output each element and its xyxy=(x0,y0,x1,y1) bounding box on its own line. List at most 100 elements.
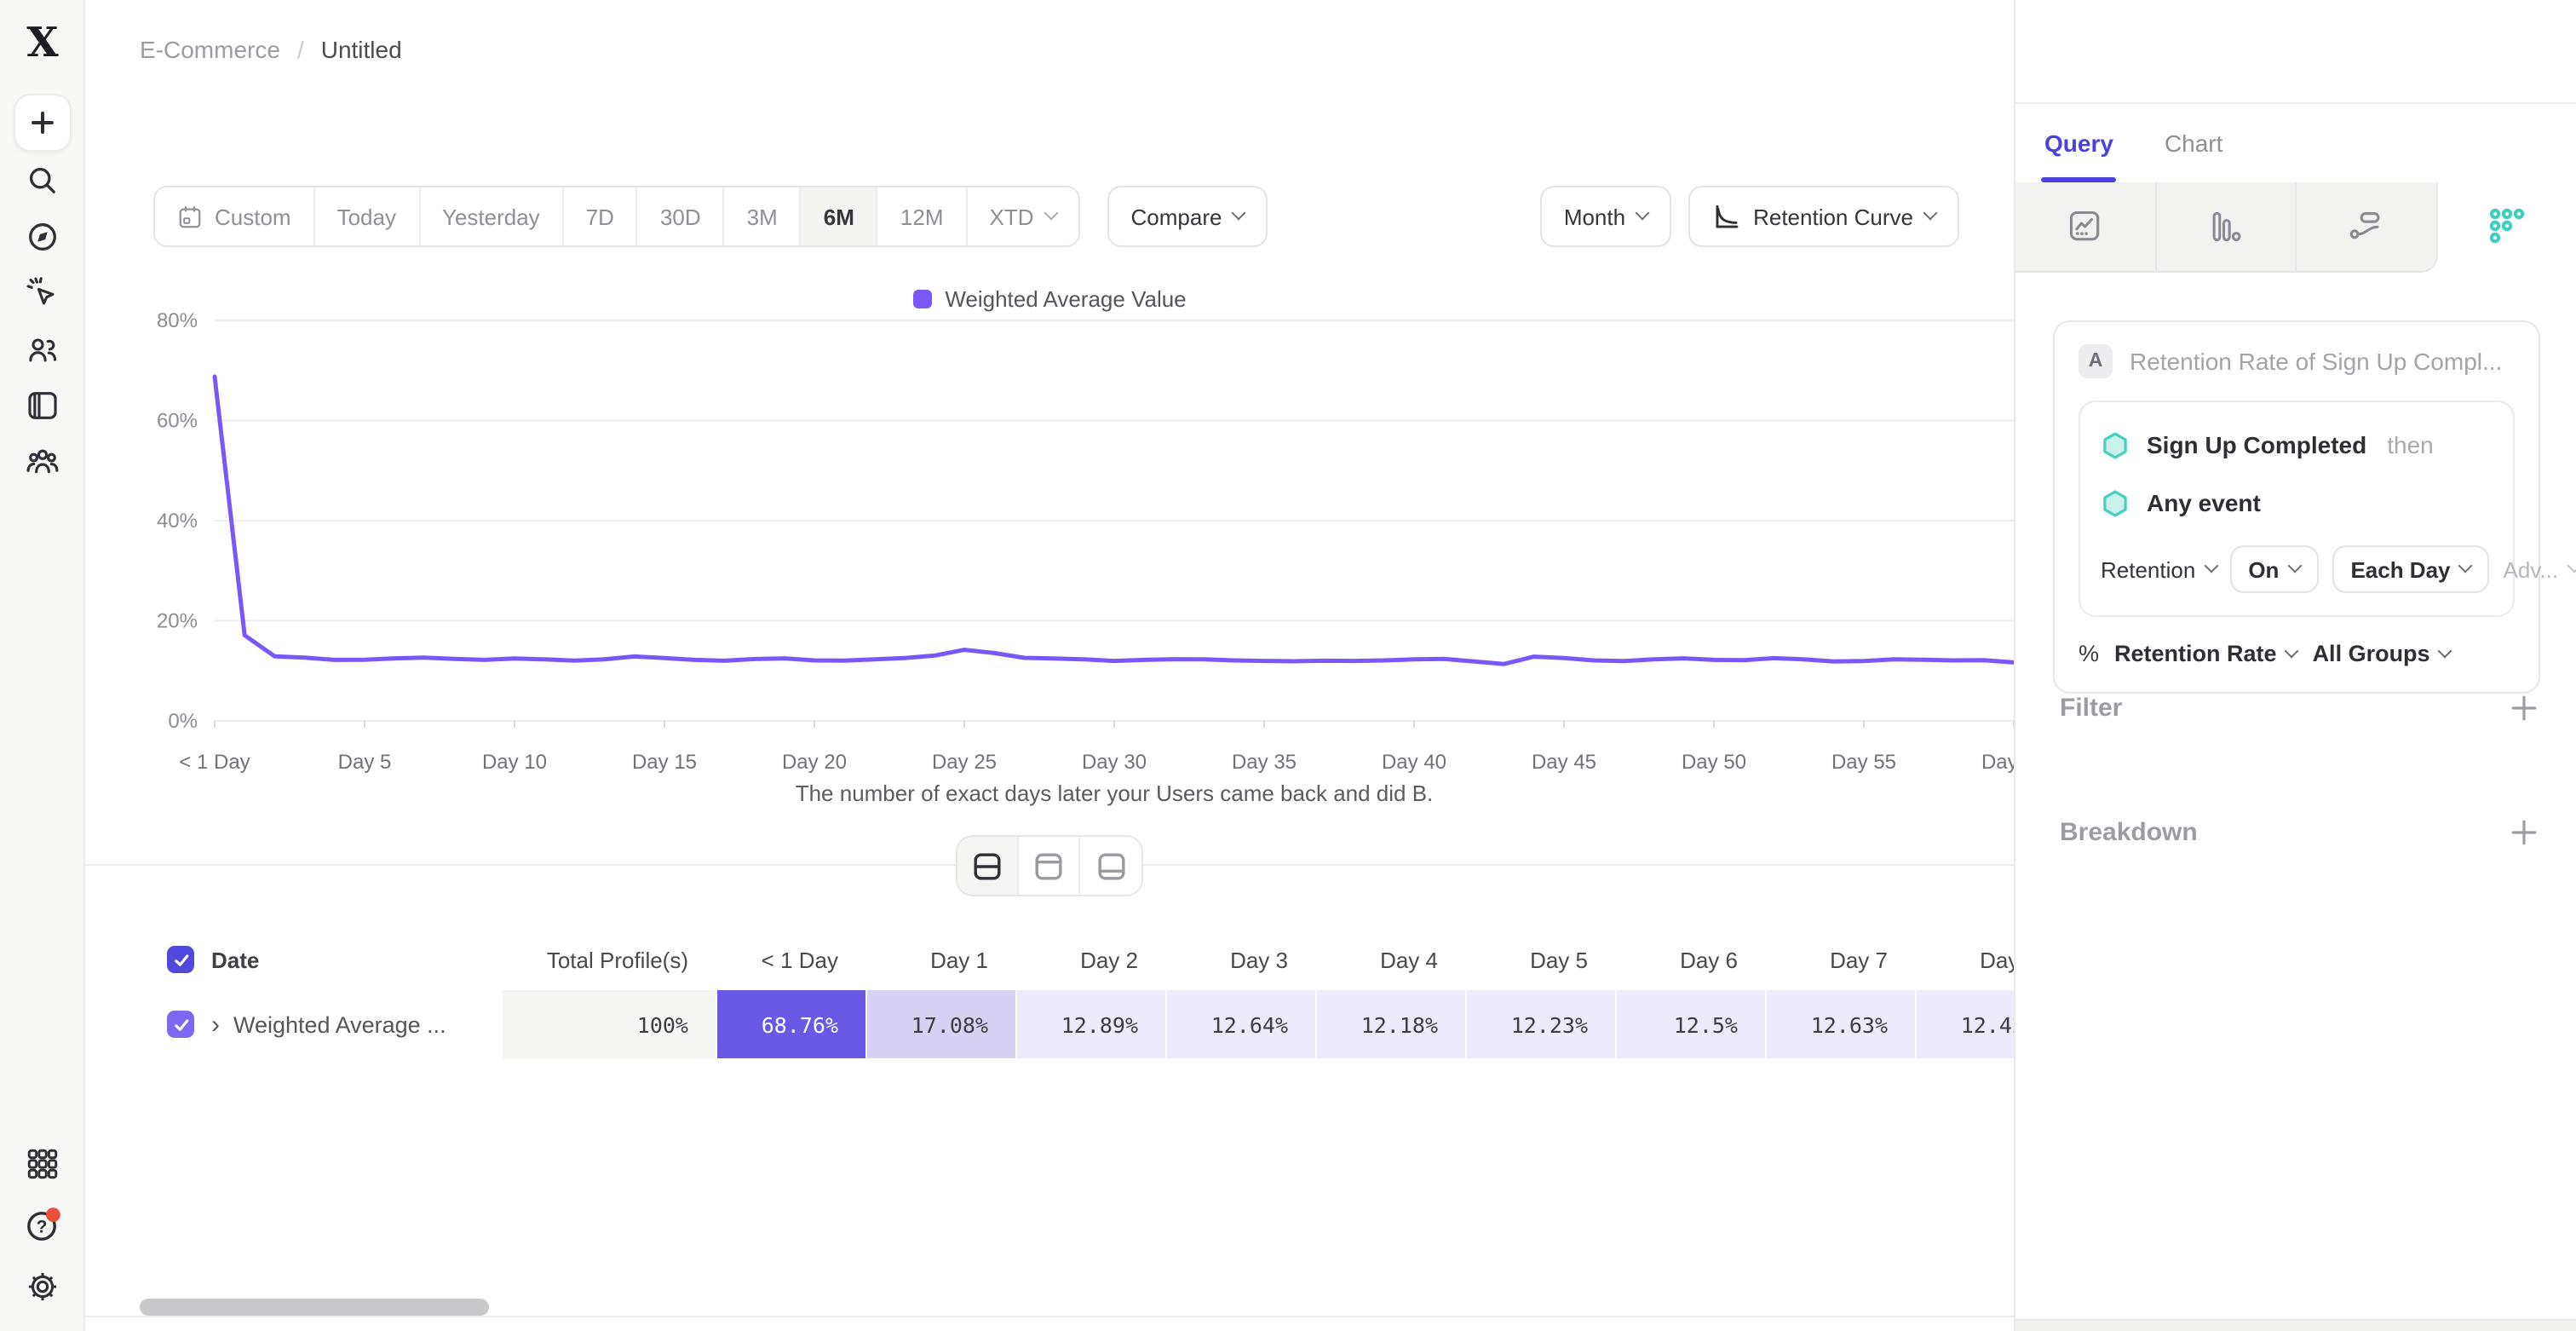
add-breakdown-button[interactable] xyxy=(2510,817,2539,846)
retention-type-dropdown[interactable]: Retention xyxy=(2101,556,2216,582)
table-only-view-toggle[interactable] xyxy=(1080,837,1141,895)
panel-bottom-scrollbar[interactable] xyxy=(2015,1319,2576,1331)
filter-section: Filter xyxy=(2060,683,2539,731)
report-tab-funnels[interactable] xyxy=(2156,182,2297,273)
event-hexagon-icon xyxy=(2101,488,2130,517)
column-header-date[interactable]: Date xyxy=(211,947,259,972)
x-axis-label: Day 20 xyxy=(782,751,847,774)
boards-icon[interactable] xyxy=(22,385,63,426)
create-button[interactable] xyxy=(14,94,72,152)
report-type-tabs xyxy=(2015,182,2576,273)
range-7d[interactable]: 7D xyxy=(564,187,638,245)
report-tab-retention[interactable] xyxy=(2437,182,2576,273)
range-12m[interactable]: 12M xyxy=(878,187,968,245)
column-header-day-3[interactable]: Day 3 xyxy=(1165,929,1315,990)
column-header-total[interactable]: Total Profile(s) xyxy=(547,947,688,972)
explore-compass-icon[interactable] xyxy=(22,216,63,257)
step-badge: A xyxy=(2079,344,2113,378)
query-title[interactable]: Retention Rate of Sign Up Compl... xyxy=(2130,348,2502,375)
granularity-button[interactable]: Month xyxy=(1540,186,1671,247)
breadcrumb-page[interactable]: Untitled xyxy=(321,35,402,62)
range-6m[interactable]: 6M xyxy=(802,187,878,245)
x-axis-label: Day 5 xyxy=(338,751,392,774)
range-xtd[interactable]: XTD xyxy=(968,187,1078,245)
select-all-checkbox[interactable] xyxy=(167,946,194,973)
app-sidebar: X xyxy=(0,0,85,1331)
chart-caption: The number of exact days later your User… xyxy=(796,781,1434,806)
funnels-icon xyxy=(2207,208,2245,245)
compare-button[interactable]: Compare xyxy=(1107,186,1268,247)
column-header-day-8[interactable]: Day 8 xyxy=(1915,929,2014,990)
x-axis-label: Day 35 xyxy=(1232,751,1297,774)
retention-cell[interactable]: 12.23% xyxy=(1465,990,1615,1058)
retention-cell[interactable]: 12.18% xyxy=(1315,990,1465,1058)
horizontal-scrollbar-thumb[interactable] xyxy=(140,1299,489,1316)
svg-text:X: X xyxy=(26,20,59,65)
x-axis-label: Day 60 xyxy=(1981,751,2014,774)
tab-query[interactable]: Query xyxy=(2044,104,2113,182)
retention-cell[interactable]: 17.08% xyxy=(865,990,1015,1058)
mixpanel-logo[interactable]: X xyxy=(20,20,65,65)
canvas-bottom-border xyxy=(85,1316,2014,1317)
breadcrumb: E-Commerce / Untitled xyxy=(140,35,402,62)
retention-cell[interactable]: 68.76% xyxy=(716,990,865,1058)
return-event-row[interactable]: Any event xyxy=(2101,481,2493,525)
breadcrumb-project[interactable]: E-Commerce xyxy=(140,35,280,62)
retention-line-chart[interactable]: 0%20%40%60%80%< 1 DayDay 5Day 10Day 15Da… xyxy=(85,273,2014,835)
report-tab-flows[interactable] xyxy=(2297,182,2437,273)
x-axis-label: Day 25 xyxy=(932,751,997,774)
breakdown-label: Breakdown xyxy=(2060,817,2198,846)
advanced-dropdown[interactable]: Adv... xyxy=(2504,556,2576,582)
filter-label: Filter xyxy=(2060,693,2122,722)
split-view-toggle[interactable] xyxy=(957,837,1019,895)
expand-row-icon[interactable]: › xyxy=(211,1011,220,1037)
add-filter-button[interactable] xyxy=(2510,693,2539,722)
date-range-group: CustomTodayYesterday7D30D3M6M12MXTD xyxy=(153,186,1080,247)
range-custom[interactable]: Custom xyxy=(155,187,315,245)
measure-dropdown[interactable]: Retention Rate xyxy=(2114,641,2297,666)
range-30d[interactable]: 30D xyxy=(638,187,725,245)
retention-table: Date Total Profile(s) < 1 DayDay 1Day 2D… xyxy=(85,929,2014,1058)
settings-gear-icon[interactable] xyxy=(22,1266,63,1307)
column-header-day-1[interactable]: Day 1 xyxy=(865,929,1015,990)
users-icon[interactable] xyxy=(22,329,63,370)
help-icon[interactable]: ? xyxy=(22,1205,63,1246)
events-cursor-icon[interactable] xyxy=(22,273,63,314)
apps-grid-icon[interactable] xyxy=(22,1144,63,1184)
table-header-row: Date Total Profile(s) < 1 DayDay 1Day 2D… xyxy=(85,929,2014,990)
chart-only-view-toggle[interactable] xyxy=(1019,837,1080,895)
column-header-day-2[interactable]: Day 2 xyxy=(1015,929,1165,990)
x-axis-label: < 1 Day xyxy=(179,751,250,774)
on-dropdown[interactable]: On xyxy=(2229,545,2318,593)
groups-dropdown[interactable]: All Groups xyxy=(2313,641,2451,666)
each-day-dropdown[interactable]: Each Day xyxy=(2332,545,2489,593)
cohorts-icon[interactable] xyxy=(22,441,63,482)
flows-icon xyxy=(2348,208,2385,245)
y-axis-label: 20% xyxy=(157,610,198,633)
tab-chart[interactable]: Chart xyxy=(2165,104,2222,182)
search-icon[interactable] xyxy=(22,160,63,201)
range-yesterday[interactable]: Yesterday xyxy=(420,187,564,245)
retention-cell[interactable]: 12.63% xyxy=(1765,990,1915,1058)
column-header-lt-1-day[interactable]: < 1 Day xyxy=(716,929,865,990)
first-event-row[interactable]: Sign Up Completed then xyxy=(2101,423,2493,467)
event-steps-card: Sign Up Completed then Any event Retenti… xyxy=(2079,400,2515,617)
column-header-day-7[interactable]: Day 7 xyxy=(1765,929,1915,990)
column-header-day-4[interactable]: Day 4 xyxy=(1315,929,1465,990)
column-header-day-5[interactable]: Day 5 xyxy=(1465,929,1615,990)
y-axis-label: 80% xyxy=(157,309,198,332)
report-tab-insights[interactable] xyxy=(2015,182,2156,273)
report-canvas: CustomTodayYesterday7D30D3M6M12MXTD Comp… xyxy=(85,97,2014,1331)
retention-cell[interactable]: 12.5% xyxy=(1615,990,1765,1058)
chevron-down-icon xyxy=(1636,206,1650,221)
row-checkbox[interactable] xyxy=(167,1011,194,1038)
column-header-day-6[interactable]: Day 6 xyxy=(1615,929,1765,990)
chart-type-button[interactable]: Retention Curve xyxy=(1688,186,1959,247)
retention-cell[interactable]: 12.42% xyxy=(1915,990,2014,1058)
retention-cell[interactable]: 12.89% xyxy=(1015,990,1165,1058)
range-today[interactable]: Today xyxy=(315,187,420,245)
breadcrumb-separator: / xyxy=(297,35,304,62)
range-3m[interactable]: 3M xyxy=(725,187,802,245)
table-data-row[interactable]: › Weighted Average ... 100% 68.76%17.08%… xyxy=(85,990,2014,1058)
retention-cell[interactable]: 12.64% xyxy=(1165,990,1315,1058)
